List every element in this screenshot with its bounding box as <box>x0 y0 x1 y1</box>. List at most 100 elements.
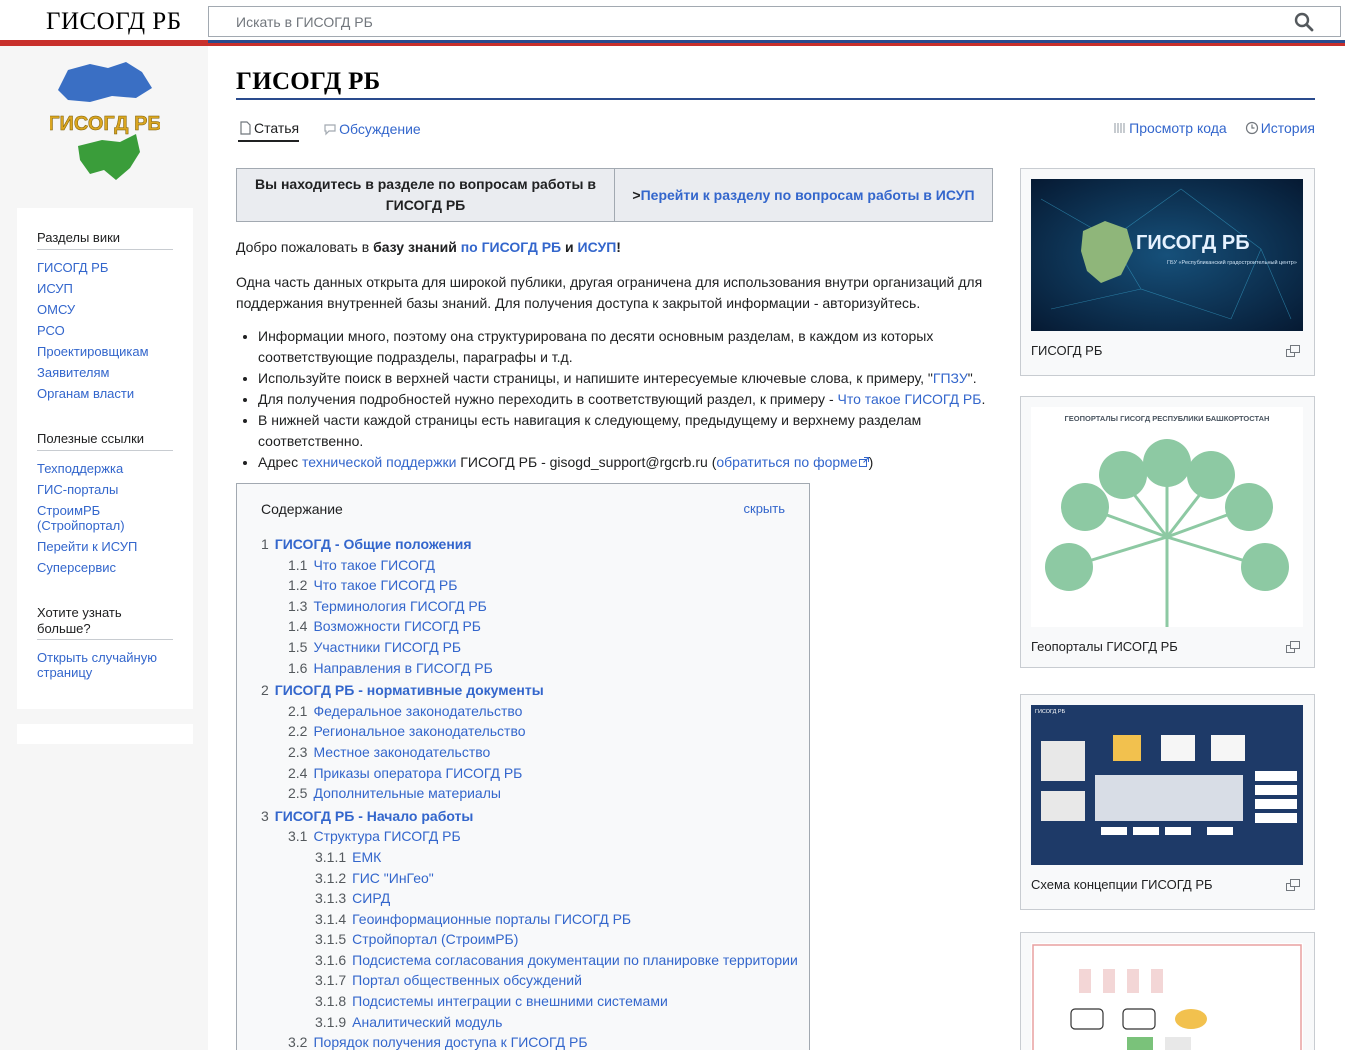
toc-title: Содержание <box>261 501 343 517</box>
sidebar-item-random-page[interactable]: Открыть случайную страницу <box>37 650 157 680</box>
toc-item[interactable]: 3.1.4 Геоинформационные порталы ГИСОГД РБ <box>261 909 801 930</box>
link-what-is-gisogd[interactable]: Что такое ГИСОГД РБ <box>838 391 982 407</box>
toc-item-link[interactable]: Возможности ГИСОГД РБ <box>313 618 481 634</box>
toc-item[interactable]: 3.1.6 Подсистема согласования документаци… <box>261 950 801 971</box>
toc-item-link[interactable]: Порядок получения доступа к ГИСОГД РБ <box>313 1034 587 1050</box>
toc-item[interactable]: 2.3 Местное законодательство <box>261 742 801 763</box>
thumb-logo-title: ГИСОГД РБ <box>1136 232 1250 254</box>
toc-item[interactable]: 3.1.9 Аналитический модуль <box>261 1012 801 1033</box>
toc-item-link[interactable]: Аналитический модуль <box>352 1014 502 1030</box>
thumb-image-geoportals[interactable]: ГЕОПОРТАЛЫ ГИСОГД РЕСПУБЛИКИ БАШКОРТОСТА… <box>1031 407 1303 627</box>
search-input[interactable] <box>209 7 1289 36</box>
toc-item-number: 3.1.2 <box>315 869 347 886</box>
toc-item[interactable]: 3.1 Структура ГИСОГД РБ <box>261 826 801 847</box>
link-gpzu[interactable]: ГПЗУ <box>933 370 968 386</box>
toc-item[interactable]: 1.6 Направления в ГИСОГД РБ <box>261 658 801 679</box>
toc-item[interactable]: 3.1.1 ЕМК <box>261 847 801 868</box>
toc-item-link[interactable]: Что такое ГИСОГД РБ <box>313 577 457 593</box>
toc-item[interactable]: 3.1.3 СИРД <box>261 888 801 909</box>
bullet-search: Используйте поиск в верхней части страни… <box>258 368 993 389</box>
sidebar-item-goto-isup[interactable]: Перейти к ИСУП <box>37 539 137 554</box>
toc-item-link[interactable]: Структура ГИСОГД РБ <box>313 828 460 844</box>
toc-item[interactable]: 2.5 Дополнительные материалы <box>261 783 801 804</box>
toc-item[interactable]: 2 ГИСОГД РБ - нормативные документы <box>261 680 801 701</box>
toc-item[interactable]: 1.1 Что такое ГИСОГД <box>261 555 801 576</box>
toc-item-link[interactable]: Стройпортал (СтроимРБ) <box>352 931 518 947</box>
enlarge-icon[interactable] <box>1286 879 1300 891</box>
toc-item[interactable]: 1.3 Терминология ГИСОГД РБ <box>261 596 801 617</box>
thumb-image-work-scheme[interactable] <box>1031 943 1303 1050</box>
toc-item-link[interactable]: ГИС "ИнГео" <box>352 870 434 886</box>
thumb-image-gisogd[interactable]: ГИСОГД РБ ГБУ «Республиканский градостро… <box>1031 179 1303 331</box>
toc-item-link[interactable]: ГИСОГД РБ - нормативные документы <box>275 682 544 698</box>
toc-item-link[interactable]: Подсистемы интеграции с внешними система… <box>352 993 668 1009</box>
sidebar-item-gis-portals[interactable]: ГИС-порталы <box>37 482 118 497</box>
toc-item[interactable]: 1.2 Что такое ГИСОГД РБ <box>261 575 801 596</box>
toc-item-link[interactable]: Подсистема согласования документации по … <box>352 952 798 968</box>
toc-item-number: 3.1.8 <box>315 993 347 1010</box>
enlarge-icon[interactable] <box>1286 345 1300 357</box>
enlarge-icon[interactable] <box>1286 641 1300 653</box>
bullet-text: ". <box>967 370 977 386</box>
toc-item[interactable]: 1.5 Участники ГИСОГД РБ <box>261 637 801 658</box>
sidebar-item-stroimrb[interactable]: СтроимРБ (Стройпортал) <box>37 503 125 533</box>
sidebar-item-omsu[interactable]: ОМСУ <box>37 302 75 317</box>
toc-item[interactable]: 2.2 Региональное законодательство <box>261 721 801 742</box>
link-isup[interactable]: ИСУП <box>578 239 617 255</box>
toc-item[interactable]: 2.4 Приказы оператора ГИСОГД РБ <box>261 763 801 784</box>
search-box[interactable] <box>208 6 1341 37</box>
notice-goto-isup[interactable]: >Перейти к разделу по вопросам работы в … <box>614 169 992 221</box>
toc-hide-link[interactable]: скрыть <box>744 501 786 516</box>
toc-item-link[interactable]: ЕМК <box>352 849 381 865</box>
notice-current-section: Вы находитесь в разделе по вопросам рабо… <box>255 176 596 213</box>
toc-item-link[interactable]: Приказы оператора ГИСОГД РБ <box>313 765 522 781</box>
toc-item[interactable]: 3.2 Порядок получения доступа к ГИСОГД РБ <box>261 1032 801 1050</box>
thumb-image-concept-scheme[interactable]: ГИСОГД РБ <box>1031 705 1303 865</box>
toc-item-link[interactable]: Портал общественных обсуждений <box>352 972 582 988</box>
toc-item-link[interactable]: Федеральное законодательство <box>313 703 522 719</box>
toc-item-number: 2 <box>261 682 269 699</box>
sidebar-item-isup[interactable]: ИСУП <box>37 281 73 296</box>
toc-item-link[interactable]: Региональное законодательство <box>313 723 525 739</box>
sidebar-item-authorities[interactable]: Органам власти <box>37 386 134 401</box>
toc-item[interactable]: 2.1 Федеральное законодательство <box>261 701 801 722</box>
tab-view-source[interactable]: Просмотр кода <box>1113 120 1227 140</box>
toc-item-number: 3.1 <box>288 828 308 845</box>
toc-item-link[interactable]: Местное законодательство <box>313 744 490 760</box>
link-contact-form[interactable]: обратиться по форме <box>716 454 869 470</box>
toc-item-number: 1.5 <box>288 638 308 655</box>
toc-item[interactable]: 1 ГИСОГД - Общие положения <box>261 534 801 555</box>
toc-item[interactable]: 3.1.5 Стройпортал (СтроимРБ) <box>261 929 801 950</box>
toc-item-link[interactable]: Направления в ГИСОГД РБ <box>313 660 492 676</box>
toc-item-link[interactable]: Дополнительные материалы <box>313 785 500 801</box>
toc-item-link[interactable]: Геоинформационные порталы ГИСОГД РБ <box>352 911 631 927</box>
toc-item[interactable]: 3.1.2 ГИС "ИнГео" <box>261 868 801 889</box>
notice-goto-isup-link[interactable]: Перейти к разделу по вопросам работы в И… <box>641 187 975 203</box>
header-stripe-red <box>0 40 208 46</box>
link-tech-support[interactable]: технической поддержки <box>302 454 456 470</box>
toc-item[interactable]: 3 ГИСОГД РБ - Начало работы <box>261 806 801 827</box>
site-title[interactable]: ГИСОГД РБ <box>46 8 182 36</box>
gisogd-logo[interactable]: ГИСОГД РБ <box>50 62 160 187</box>
toc-item-link[interactable]: ГИСОГД РБ - Начало работы <box>275 808 474 824</box>
search-icon[interactable] <box>1294 12 1314 32</box>
toc-item-link[interactable]: Что такое ГИСОГД <box>313 557 435 573</box>
sidebar-item-designers[interactable]: Проектировщикам <box>37 344 149 359</box>
sidebar-item-support[interactable]: Техподдержка <box>37 461 123 476</box>
toc-item-link[interactable]: ГИСОГД - Общие положения <box>275 536 472 552</box>
bullet-text: Адрес <box>258 454 302 470</box>
tab-discussion[interactable]: Обсуждение <box>323 120 421 142</box>
toc-item-link[interactable]: Участники ГИСОГД РБ <box>313 639 461 655</box>
toc-item[interactable]: 1.4 Возможности ГИСОГД РБ <box>261 616 801 637</box>
toc-item-link[interactable]: Терминология ГИСОГД РБ <box>313 598 486 614</box>
sidebar-item-rso[interactable]: РСО <box>37 323 65 338</box>
sidebar-item-applicants[interactable]: Заявителям <box>37 365 109 380</box>
tab-article[interactable]: Статья <box>238 120 300 142</box>
sidebar-item-superservice[interactable]: Суперсервис <box>37 560 116 575</box>
sidebar-item-gisogd[interactable]: ГИСОГД РБ <box>37 260 108 275</box>
link-gisogd-rb[interactable]: по ГИСОГД РБ <box>461 239 561 255</box>
toc-item-link[interactable]: СИРД <box>352 890 390 906</box>
toc-item[interactable]: 3.1.7 Портал общественных обсуждений <box>261 970 801 991</box>
tab-history[interactable]: История <box>1245 120 1315 140</box>
toc-item[interactable]: 3.1.8 Подсистемы интеграции с внешними си… <box>261 991 801 1012</box>
